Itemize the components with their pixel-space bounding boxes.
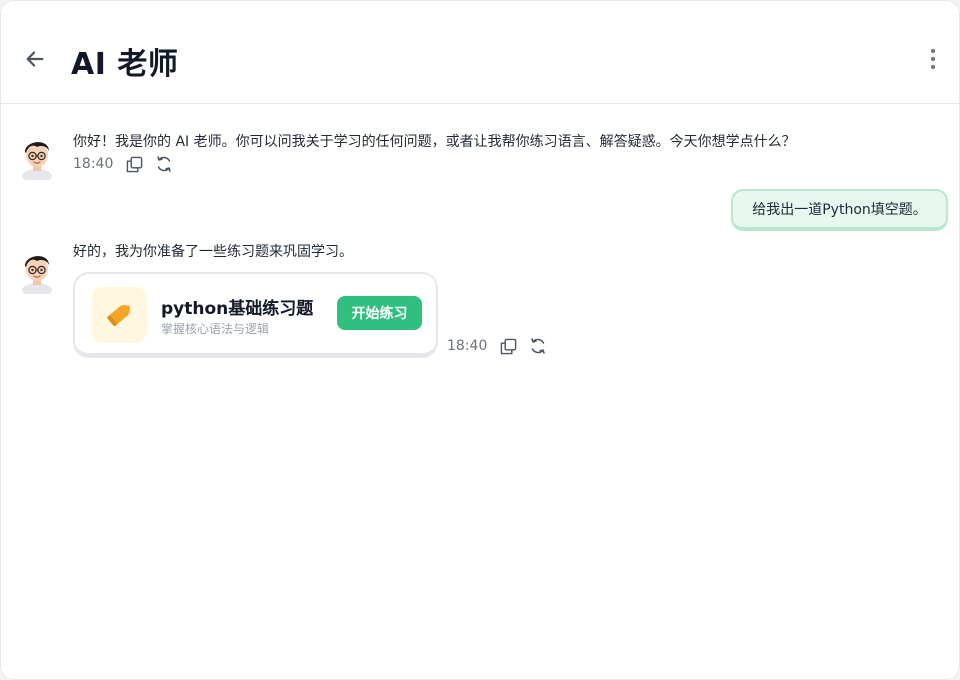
copy-icon[interactable] (125, 155, 143, 173)
card-icon-tile (91, 287, 147, 343)
message-time: 18:40 (73, 156, 114, 172)
more-options-button[interactable] (923, 45, 943, 73)
page-title: AI 老师 (71, 47, 179, 82)
user-message-bubble: 给我出一道Python填空题。 (731, 189, 948, 231)
refresh-icon[interactable] (529, 337, 547, 355)
chat-window: AI 老师 你好！我是你的 AI 老师。你可以问我关于学习的任何问题，或者让我帮… (0, 0, 960, 680)
back-button[interactable] (21, 45, 49, 73)
more-vertical-icon (931, 49, 935, 53)
message-meta: 18:40 (73, 155, 173, 173)
copy-icon[interactable] (499, 337, 517, 355)
refresh-icon[interactable] (155, 155, 173, 173)
card-subtitle: 掌握核心语法与逻辑 (161, 322, 270, 336)
message-meta: 18:40 (447, 337, 547, 355)
header-bar: AI 老师 (1, 13, 959, 104)
message-time: 18:40 (447, 338, 488, 354)
arrow-left-icon (26, 51, 44, 67)
ai-avatar (19, 134, 55, 183)
card-title: python基础练习题 (161, 299, 314, 319)
ai-message-text: 你好！我是你的 AI 老师。你可以问我关于学习的任何问题，或者让我帮你练习语言、… (73, 134, 796, 150)
ai-message-text: 好的，我为你准备了一些练习题来巩固学习。 (73, 244, 353, 260)
pencil-icon (107, 304, 130, 327)
ai-avatar (19, 248, 55, 297)
start-practice-button[interactable]: 开始练习 (337, 296, 422, 330)
exercise-card[interactable]: python基础练习题 掌握核心语法与逻辑 开始练习 (73, 272, 438, 358)
